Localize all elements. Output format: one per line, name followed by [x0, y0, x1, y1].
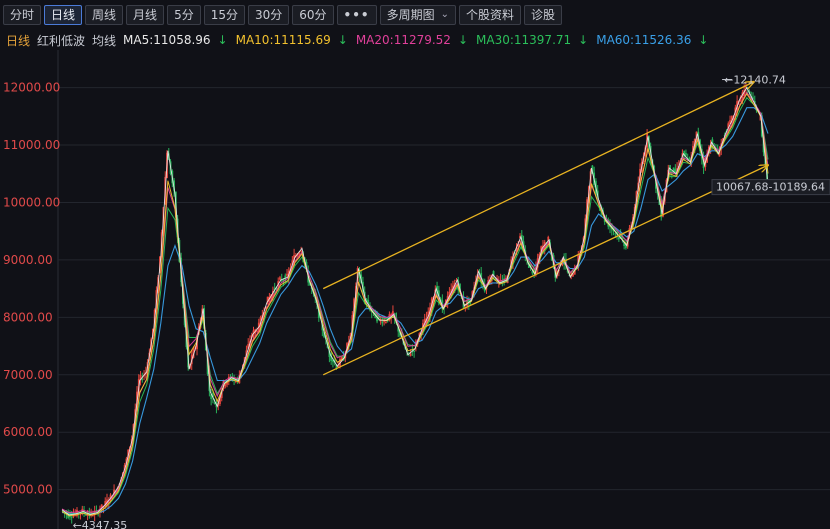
- tab-daily[interactable]: 日线: [44, 5, 83, 25]
- candle-body: [91, 515, 94, 517]
- period-toolbar: 分时 日线 周线 月线 5分 15分 30分 60分 ••• 多周期图 ⌄ 个股…: [0, 0, 830, 30]
- stock-info-button[interactable]: 个股资料: [458, 5, 521, 25]
- y-tick-label: 9000.00: [3, 253, 53, 267]
- trend-channel-lower: [322, 165, 768, 376]
- candle-body: [256, 330, 258, 332]
- candle-body: [70, 516, 73, 518]
- current-range-label: 10067.68-10189.64: [716, 181, 825, 194]
- candle-body: [614, 233, 617, 235]
- ma5-label: MA5:11058.96: [123, 33, 211, 47]
- y-tick-label: 11000.00: [3, 138, 60, 152]
- tab-weekly[interactable]: 周线: [85, 5, 124, 25]
- ma60-label: MA60:11526.36: [596, 33, 692, 47]
- more-button[interactable]: •••: [336, 5, 377, 25]
- period-label: 日线: [6, 33, 31, 48]
- diagnose-button[interactable]: 诊股: [523, 5, 562, 25]
- multi-period-dropdown[interactable]: 多周期图 ⌄: [379, 5, 456, 25]
- tab-60min[interactable]: 60分: [292, 5, 334, 25]
- candle-body: [84, 514, 87, 516]
- candle-body: [409, 353, 412, 356]
- candles: [61, 81, 769, 524]
- tab-15min[interactable]: 15分: [203, 5, 245, 25]
- down-arrow-icon: ↓: [698, 33, 709, 47]
- candle-body: [617, 237, 620, 240]
- tab-30min[interactable]: 30分: [247, 5, 290, 25]
- low-price-label: ←4347.35: [73, 519, 128, 529]
- down-arrow-icon: ↓: [337, 33, 348, 47]
- tab-monthly[interactable]: 月线: [126, 5, 165, 25]
- ma-legend-item: MA60:11526.36 ↓: [596, 33, 708, 47]
- candle-body: [141, 378, 144, 380]
- y-tick-label: 7000.00: [3, 368, 53, 382]
- tab-5min[interactable]: 5分: [167, 5, 201, 25]
- indicator-type[interactable]: 均线: [92, 32, 116, 49]
- multi-period-label: 多周期图: [386, 8, 435, 22]
- ma-legend-item: MA20:11279.52 ↓: [356, 33, 468, 47]
- candle-body: [384, 321, 387, 323]
- high-price-label: ←12140.74: [724, 74, 786, 87]
- index-name: 红利低波: [37, 33, 86, 48]
- ma5-line: [61, 86, 769, 516]
- kline-chart[interactable]: 12000.00 11000.00 10000.00 9000.00 8000.00 70…: [0, 50, 830, 529]
- ma-legend-item: MA30:11397.71 ↓: [476, 33, 588, 47]
- candle-body: [286, 273, 288, 276]
- down-arrow-icon: ↓: [217, 33, 228, 47]
- candle-body: [381, 321, 384, 324]
- candle-body: [224, 384, 227, 387]
- y-tick-label: 12000.00: [3, 81, 60, 95]
- ma-legend-item: MA5:11058.96 ↓: [123, 33, 228, 47]
- y-tick-label: 6000.00: [3, 425, 53, 439]
- candle-body: [413, 350, 416, 352]
- ma10-label: MA10:11115.69: [235, 33, 331, 47]
- chevron-down-icon: ⌄: [440, 9, 449, 20]
- candle-body: [279, 277, 281, 280]
- tab-intraday[interactable]: 分时: [3, 5, 42, 25]
- chart-canvas[interactable]: 12000.00 11000.00 10000.00 9000.00 8000.00 70…: [0, 50, 830, 529]
- ma30-label: MA30:11397.71: [476, 33, 572, 47]
- ma-legend-item: MA10:11115.69 ↓: [236, 33, 348, 47]
- y-tick-label: 8000.00: [3, 310, 53, 324]
- down-arrow-icon: ↓: [578, 33, 589, 47]
- ma20-label: MA20:11279.52: [355, 33, 451, 47]
- y-tick-label: 10000.00: [3, 195, 60, 209]
- y-tick-label: 5000.00: [3, 483, 53, 497]
- candle-body: [685, 152, 687, 156]
- down-arrow-icon: ↓: [457, 33, 469, 47]
- indicator-row: 日线 红利低波 均线 MA5:11058.96 ↓ MA10:11115.69 ↓ …: [0, 31, 716, 49]
